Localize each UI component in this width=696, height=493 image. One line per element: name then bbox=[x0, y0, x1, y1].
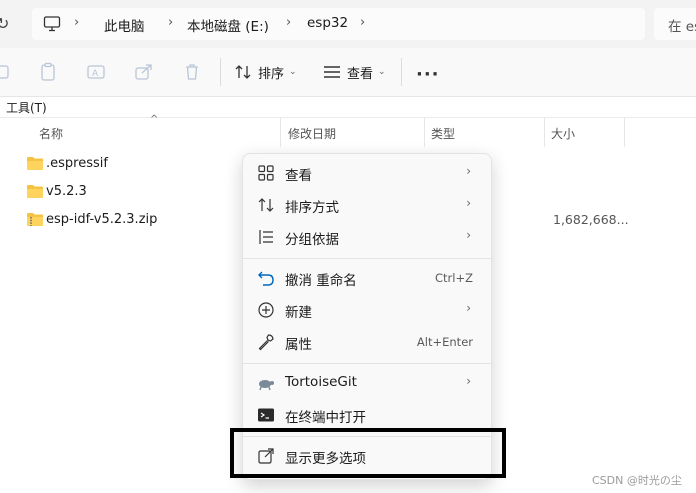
svg-text:A: A bbox=[92, 69, 99, 79]
column-date[interactable]: 修改日期 bbox=[288, 125, 336, 142]
menu-item-tortoisegit[interactable]: TortoiseGit › bbox=[249, 368, 485, 398]
column-divider[interactable] bbox=[280, 117, 281, 147]
menu-item-shortcut: Alt+Enter bbox=[416, 335, 473, 349]
sort-ascending-icon: ^ bbox=[150, 114, 159, 125]
breadcrumb-this-pc[interactable]: 此电脑 bbox=[104, 15, 145, 35]
column-type[interactable]: 类型 bbox=[431, 125, 455, 142]
chevron-right-icon: › bbox=[466, 374, 471, 388]
menu-item-label: 撤消 重命名 bbox=[285, 273, 357, 289]
breadcrumb-chevron-icon[interactable]: › bbox=[360, 15, 365, 30]
menu-bar: 工具(T) bbox=[0, 97, 696, 118]
chevron-down-icon: ⌄ bbox=[289, 67, 297, 77]
search-placeholder: 在 es bbox=[668, 19, 696, 35]
address-bar-area: ↻ › 此电脑 › 本地磁盘 (E:) › esp32 › 在 es bbox=[0, 0, 696, 48]
breadcrumb-chevron-icon[interactable]: › bbox=[286, 15, 291, 30]
chevron-right-icon: › bbox=[466, 196, 471, 210]
annotation-highlight-box bbox=[230, 428, 506, 478]
refresh-icon[interactable]: ↻ bbox=[0, 14, 9, 33]
delete-icon[interactable] bbox=[182, 62, 202, 82]
zip-folder-icon bbox=[27, 213, 43, 226]
undo-icon bbox=[258, 271, 274, 286]
file-name: v5.2.3 bbox=[46, 184, 87, 199]
menu-item-label: 分组依据 bbox=[285, 232, 339, 248]
cut-icon[interactable] bbox=[0, 62, 14, 82]
sort-button[interactable]: 排序 ⌄ bbox=[234, 62, 297, 82]
column-divider[interactable] bbox=[624, 117, 625, 147]
menu-item-undo-rename[interactable]: 撤消 重命名 Ctrl+Z bbox=[249, 263, 485, 293]
view-lines-icon bbox=[324, 66, 340, 78]
file-name: .espressif bbox=[46, 156, 108, 171]
toolbar-divider bbox=[220, 58, 221, 86]
menu-item-shortcut: Ctrl+Z bbox=[435, 271, 473, 285]
share-icon[interactable] bbox=[134, 62, 154, 82]
menu-item-label: 属性 bbox=[285, 337, 312, 353]
breadcrumb-chevron-icon[interactable]: › bbox=[74, 15, 79, 30]
group-list-icon bbox=[259, 230, 273, 244]
search-input[interactable]: 在 es bbox=[654, 8, 696, 40]
chevron-right-icon: › bbox=[466, 301, 471, 315]
view-button[interactable]: 查看 ⌄ bbox=[323, 62, 386, 82]
chevron-right-icon: › bbox=[466, 164, 471, 178]
breadcrumb-esp32[interactable]: esp32 bbox=[307, 15, 348, 31]
menu-tools[interactable]: 工具(T) bbox=[6, 99, 47, 116]
chevron-down-icon: ⌄ bbox=[378, 67, 386, 77]
column-name[interactable]: 名称 bbox=[39, 125, 63, 142]
menu-item-new[interactable]: 新建 › bbox=[249, 295, 485, 325]
menu-item-label: TortoiseGit bbox=[285, 374, 357, 390]
wrench-icon bbox=[258, 334, 274, 351]
menu-item-group-by[interactable]: 分组依据 › bbox=[249, 222, 485, 252]
terminal-icon bbox=[258, 408, 274, 422]
folder-icon bbox=[27, 185, 43, 198]
paste-icon[interactable] bbox=[38, 62, 58, 82]
menu-item-properties[interactable]: 属性 Alt+Enter bbox=[249, 327, 485, 357]
address-box[interactable]: › 此电脑 › 本地磁盘 (E:) › esp32 › bbox=[32, 8, 645, 40]
rename-icon[interactable]: A bbox=[86, 62, 106, 82]
menu-item-label: 在终端中打开 bbox=[285, 410, 366, 426]
column-divider[interactable] bbox=[544, 117, 545, 147]
computer-icon bbox=[43, 16, 61, 32]
menu-item-label: 排序方式 bbox=[285, 200, 339, 216]
plus-circle-icon bbox=[258, 302, 274, 318]
watermark: CSDN @时光の尘 bbox=[592, 474, 682, 487]
column-divider[interactable] bbox=[424, 117, 425, 147]
toolbar-divider bbox=[401, 58, 402, 86]
breadcrumb-chevron-icon[interactable]: › bbox=[168, 15, 173, 30]
sort-icon bbox=[258, 198, 274, 212]
menu-item-sort-by[interactable]: 排序方式 › bbox=[249, 190, 485, 220]
more-options-icon[interactable]: ··· bbox=[416, 64, 440, 85]
menu-item-view[interactable]: 查看 › bbox=[249, 158, 485, 188]
file-name: esp-idf-v5.2.3.zip bbox=[46, 212, 158, 227]
breadcrumb-drive-e[interactable]: 本地磁盘 (E:) bbox=[187, 15, 269, 35]
menu-divider bbox=[243, 363, 491, 364]
file-size: 1,682,668... bbox=[553, 212, 629, 227]
column-size[interactable]: 大小 bbox=[551, 125, 575, 142]
menu-item-open-in-terminal[interactable]: 在终端中打开 bbox=[249, 400, 485, 430]
chevron-right-icon: › bbox=[466, 228, 471, 242]
menu-item-label: 查看 bbox=[285, 168, 312, 184]
grid-view-icon bbox=[258, 165, 274, 181]
sort-icon bbox=[235, 65, 251, 79]
view-label: 查看 bbox=[347, 66, 374, 82]
tortoise-icon bbox=[259, 380, 274, 391]
sort-label: 排序 bbox=[258, 66, 285, 82]
command-bar: A 排序 ⌄ 查看 ⌄ bbox=[0, 48, 696, 97]
folder-icon bbox=[27, 157, 43, 170]
menu-item-label: 新建 bbox=[285, 305, 312, 321]
column-header: 名称 修改日期 类型 大小 bbox=[0, 117, 696, 147]
menu-divider bbox=[243, 258, 491, 259]
